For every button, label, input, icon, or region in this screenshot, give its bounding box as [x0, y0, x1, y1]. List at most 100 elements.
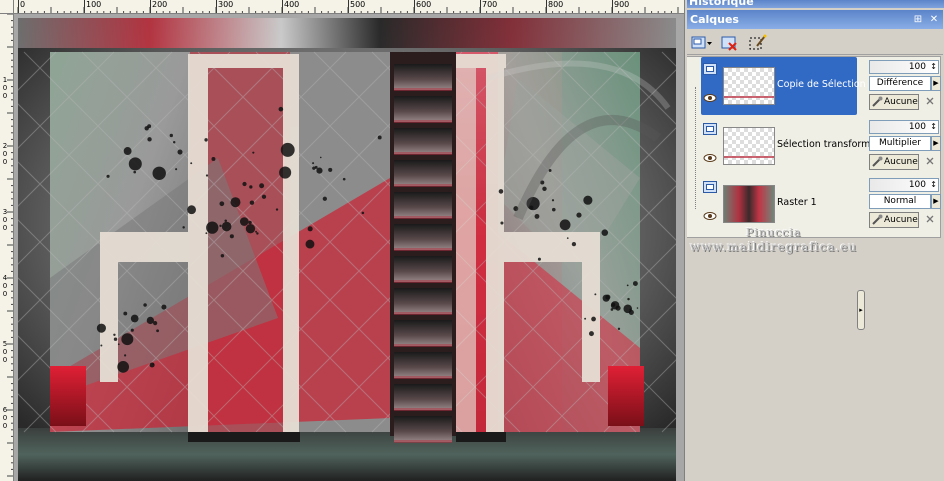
- ink-dot: [500, 221, 504, 225]
- ink-dot: [152, 166, 166, 180]
- ink-dot: [149, 362, 155, 368]
- group-label: Aucune: [884, 157, 918, 167]
- ink-dot: [153, 321, 158, 326]
- ink-dot: [219, 201, 225, 207]
- blend-mode-select[interactable]: Différence: [869, 76, 931, 91]
- ink-dot: [611, 302, 616, 307]
- ladder-step: [394, 352, 452, 378]
- ink-dot: [187, 205, 196, 215]
- group-label: Aucune: [884, 215, 918, 225]
- ruler-left: 1 0 0 2 0 0 3 0 0 4 0 0 5 0 0 6 0 0: [0, 14, 14, 481]
- link-icon[interactable]: [925, 214, 935, 224]
- stepper-icon[interactable]: ↕: [930, 62, 937, 72]
- ladder-step: [394, 96, 452, 122]
- layer-thumbnail: [723, 127, 775, 165]
- layer-type-icon: [703, 181, 717, 193]
- layer-row-raster-1[interactable]: Raster 1: [701, 175, 861, 233]
- eye-icon[interactable]: [703, 211, 717, 221]
- close-icon[interactable]: ✕: [927, 13, 941, 26]
- ink-dot: [147, 137, 152, 142]
- blend-dropdown-icon[interactable]: ▶: [931, 76, 941, 91]
- layer-row-copie-de-selection[interactable]: Copie de Sélection: [701, 57, 866, 115]
- restore-icon[interactable]: ⊞: [911, 13, 925, 26]
- stepper-icon[interactable]: ↕: [930, 122, 937, 132]
- ink-dot: [205, 232, 208, 235]
- blend-mode-select[interactable]: Normal: [869, 194, 931, 209]
- group-button[interactable]: Aucune: [869, 154, 919, 170]
- ink-dot: [255, 230, 257, 233]
- ink-dot: [559, 219, 571, 231]
- opacity-value: 100: [908, 122, 926, 132]
- ink-dot: [626, 284, 629, 287]
- ink-dot: [342, 177, 346, 181]
- ink-dot: [605, 294, 611, 300]
- artwork: [18, 18, 676, 481]
- psp-window: 0 100 200 300 400 500 600 700 800 900 1 …: [0, 0, 944, 481]
- ink-dot: [252, 151, 255, 154]
- ladder-step: [394, 160, 452, 186]
- layer-type-icon: [703, 123, 717, 135]
- link-icon[interactable]: [925, 96, 935, 106]
- brush-icon: [872, 214, 883, 225]
- opacity-field[interactable]: 100 ↕: [869, 120, 939, 134]
- edit-selection-button[interactable]: [747, 33, 769, 53]
- blend-dropdown-icon[interactable]: ▶: [931, 136, 941, 151]
- ink-dot: [623, 304, 633, 314]
- ladder-step-edge: [394, 280, 452, 283]
- top-band: [18, 18, 676, 48]
- ink-dot: [591, 316, 596, 322]
- group-button[interactable]: Aucune: [869, 94, 919, 110]
- ladder-step-edge: [394, 248, 452, 251]
- layer-row-selection-transform[interactable]: Sélection transform: [701, 117, 870, 175]
- ink-dot: [261, 194, 267, 199]
- blend-dropdown-icon[interactable]: ▶: [931, 194, 941, 209]
- opacity-field[interactable]: 100 ↕: [869, 60, 939, 74]
- floor: [18, 428, 676, 481]
- ink-dot: [632, 281, 638, 286]
- layer-name: Sélection transform: [777, 139, 871, 150]
- eye-icon[interactable]: [703, 153, 717, 163]
- ink-dot: [117, 361, 130, 373]
- new-layer-button[interactable]: [691, 33, 713, 53]
- ink-dot: [312, 166, 316, 170]
- ladder-step: [394, 320, 452, 346]
- ink-dot: [219, 224, 222, 228]
- stepper-icon[interactable]: ↕: [930, 180, 937, 190]
- ink-dot: [583, 195, 593, 205]
- workspace: 0 100 200 300 400 500 600 700 800 900 1 …: [0, 0, 684, 481]
- group-button[interactable]: Aucune: [869, 212, 919, 228]
- ink-dot: [571, 241, 577, 247]
- delete-layer-button[interactable]: [719, 33, 741, 53]
- ladder-step: [394, 192, 452, 218]
- ladder-step-edge: [394, 312, 452, 315]
- ladder-step-edge: [394, 120, 452, 123]
- ink-dot: [147, 124, 152, 129]
- ink-dot: [617, 327, 621, 331]
- ruler-label: 1 0 0: [2, 76, 8, 100]
- ruler-corner: [0, 0, 14, 14]
- layer-thumbnail: [723, 185, 775, 223]
- historique-title-bar[interactable]: Historique: [687, 0, 944, 8]
- calques-title-bar[interactable]: Calques ⊞ ✕: [687, 10, 943, 29]
- ink-dot: [224, 219, 227, 223]
- layer-props-0: 100 ↕ Différence ▶ Aucune: [865, 56, 943, 114]
- opacity-field[interactable]: 100 ↕: [869, 178, 939, 192]
- calques-title: Calques: [690, 13, 739, 26]
- eye-icon[interactable]: [703, 93, 717, 103]
- ladder-step-edge: [394, 344, 452, 347]
- ladder-step-edge: [394, 408, 452, 411]
- ruler-label: 2 0 0: [2, 142, 8, 166]
- ink-dot: [615, 305, 621, 311]
- ink-dot: [377, 135, 382, 140]
- panel-collapse-handle[interactable]: ▸: [857, 290, 865, 330]
- ink-dot: [249, 200, 255, 205]
- ink-dot: [636, 307, 639, 309]
- layer-name: Copie de Sélection: [777, 79, 866, 90]
- blend-mode-select[interactable]: Multiplier: [869, 136, 931, 151]
- ink-dot: [248, 220, 252, 225]
- ink-dot: [190, 162, 193, 165]
- image-canvas[interactable]: [18, 18, 676, 481]
- ink-dot: [245, 224, 256, 234]
- opacity-value: 100: [908, 180, 926, 190]
- link-icon[interactable]: [925, 156, 935, 166]
